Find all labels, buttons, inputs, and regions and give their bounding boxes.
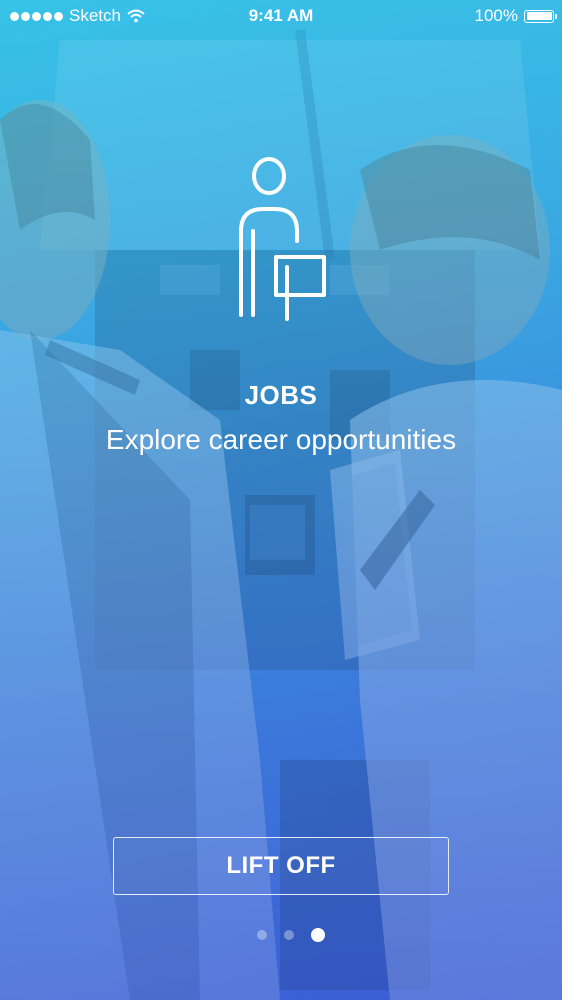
lift-off-button[interactable]: LIFT OFF [113,837,449,895]
page-dot-2[interactable] [284,930,294,940]
status-right: 100% [474,6,557,26]
page-dot-3-active[interactable] [311,928,325,942]
page-dot-1[interactable] [257,930,267,940]
battery-icon [524,9,557,23]
page-indicator [0,928,562,942]
feature-subtitle: Explore career opportunities [105,424,457,455]
person-with-briefcase-icon [239,157,326,321]
feature-title: JOBS [244,380,318,410]
status-bar: Sketch 9:41 AM 100% [0,0,562,32]
battery-percentage: 100% [474,6,518,25]
onboarding-screen: Sketch 9:41 AM 100% JOBS Explore career … [0,0,562,1000]
